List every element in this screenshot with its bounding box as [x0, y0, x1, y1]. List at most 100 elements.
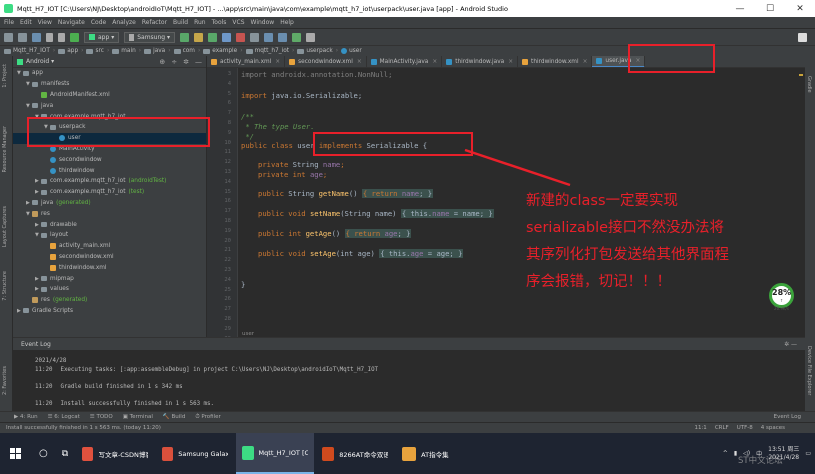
menu-tools[interactable]: Tools [212, 19, 227, 26]
taskbar-app[interactable]: 8266AT命令双语... [316, 433, 394, 474]
folded-body[interactable]: { return name; } [361, 189, 434, 198]
event-log-tool-tab[interactable]: Event Log [774, 414, 801, 420]
tree-item[interactable]: AndroidManifest.xml [13, 90, 206, 101]
profile-icon[interactable] [222, 32, 232, 42]
profiler-tool-tab[interactable]: ⏱ Profiler [195, 414, 220, 421]
make-project-icon[interactable] [70, 32, 79, 42]
attach-debugger-icon[interactable] [250, 32, 260, 42]
breadcrumb-item[interactable]: java [144, 48, 165, 54]
menu-vcs[interactable]: VCS [232, 19, 244, 26]
run-tool-tab[interactable]: ▶ 4: Run [14, 414, 38, 420]
logcat-tool-tab[interactable]: ☰ 6: Logcat [48, 414, 80, 420]
breadcrumb-item[interactable]: main [112, 48, 136, 54]
menu-run[interactable]: Run [194, 19, 206, 26]
tree-item[interactable]: thirdwindow [13, 165, 206, 176]
device-file-explorer-tool-tab[interactable]: Device File Explorer [806, 346, 812, 395]
resource-manager-tool-tab[interactable]: Resource Manager [2, 126, 8, 172]
terminal-tool-tab[interactable]: ▣ Terminal [123, 414, 153, 420]
favorites-tool-tab[interactable]: 2: Favorites [2, 366, 8, 395]
search-icon[interactable] [306, 32, 316, 42]
menu-file[interactable]: File [4, 19, 14, 26]
indent-setting[interactable]: 4 spaces [761, 425, 785, 431]
sync-icon[interactable] [32, 32, 41, 42]
tab-mainactivity-java[interactable]: MainActivity.java × [367, 56, 443, 67]
menu-edit[interactable]: Edit [20, 19, 32, 26]
menu-build[interactable]: Build [173, 19, 188, 26]
breadcrumb-item[interactable]: com [173, 48, 195, 54]
network-icon[interactable]: ▮ [734, 450, 737, 457]
menu-view[interactable]: View [38, 19, 52, 26]
menu-code[interactable]: Code [91, 19, 106, 26]
tree-item[interactable]: ▶ java (generated) [13, 198, 206, 209]
breadcrumb-item[interactable]: app [58, 48, 78, 54]
close-tab-icon[interactable]: × [508, 59, 513, 65]
layout-captures-tool-tab[interactable]: Layout Captures [2, 206, 8, 247]
folded-body[interactable]: { this.name = name; } [400, 209, 494, 218]
file-encoding[interactable]: UTF-8 [737, 425, 753, 431]
taskbar-app[interactable]: Mqtt_H7_IOT [C:\... [236, 433, 315, 474]
warning-marker[interactable] [799, 74, 803, 76]
back-icon[interactable] [46, 32, 53, 42]
tab-activity-main-xml[interactable]: activity_main.xml × [207, 56, 286, 67]
gear-icon[interactable]: ✲ [183, 58, 189, 66]
close-tab-icon[interactable]: × [357, 59, 362, 65]
start-button[interactable] [0, 433, 31, 474]
tree-item[interactable]: ▶ Gradle Scripts [13, 306, 206, 317]
menu-navigate[interactable]: Navigate [58, 19, 85, 26]
minimize-button[interactable]: — [725, 4, 755, 14]
project-tool-tab[interactable]: 1: Project [2, 64, 8, 88]
project-view-selector[interactable]: Android ▾ [26, 58, 54, 65]
menu-refactor[interactable]: Refactor [142, 19, 167, 26]
run-icon[interactable] [180, 32, 190, 42]
taskbar-app[interactable]: Samsung Galaxy ... [156, 433, 234, 474]
locate-icon[interactable]: ⊕ [159, 58, 165, 66]
close-button[interactable]: ✕ [785, 4, 815, 14]
tab-thirdwindow-xml[interactable]: thirdwindow.xml × [518, 56, 593, 67]
avd-manager-icon[interactable] [278, 32, 288, 42]
tree-item[interactable]: activity_main.xml [13, 241, 206, 252]
tree-item[interactable]: ▶ com.example.mqtt_h7_iot (test) [13, 187, 206, 198]
search-button[interactable]: ○ [33, 433, 54, 474]
device-combo[interactable]: Samsung ▾ [124, 31, 176, 43]
taskbar-app[interactable]: AT指令集 [396, 433, 474, 474]
menu-window[interactable]: Window [251, 19, 275, 26]
open-folder-icon[interactable] [4, 32, 13, 42]
tree-item[interactable]: secondwindow [13, 154, 206, 165]
menu-analyze[interactable]: Analyze [112, 19, 136, 26]
layout-icon[interactable] [798, 32, 807, 42]
forward-icon[interactable] [58, 32, 65, 42]
maximize-button[interactable]: ☐ [755, 4, 785, 14]
stop-icon[interactable] [236, 32, 246, 42]
breadcrumb-item[interactable]: user [341, 48, 362, 54]
editor-error-stripe[interactable] [797, 68, 805, 337]
build-tool-tab[interactable]: 🔨 Build [163, 414, 185, 420]
tree-item[interactable]: ▶ drawable [13, 219, 206, 230]
tray-up-icon[interactable]: ^ [723, 450, 728, 457]
status-message[interactable]: Install successfully finished in 1 s 563… [6, 425, 161, 431]
breadcrumb-item[interactable]: src [86, 48, 104, 54]
notification-icon[interactable]: ▭ [805, 450, 811, 457]
apply-changes-icon[interactable] [194, 32, 204, 42]
structure-tool-tab[interactable]: 7: Structure [2, 271, 8, 301]
todo-tool-tab[interactable]: ☰ TODO [90, 414, 113, 420]
caret-position[interactable]: 11:1 [694, 425, 706, 431]
tree-item[interactable]: ▶ mipmap [13, 273, 206, 284]
collapse-icon[interactable]: ÷ [171, 58, 177, 66]
tree-item[interactable]: ▼ manifests [13, 79, 206, 90]
close-tab-icon[interactable]: × [432, 59, 437, 65]
tree-item[interactable]: ▶ values [13, 284, 206, 295]
tree-item[interactable]: secondwindow.xml [13, 252, 206, 263]
tree-item[interactable]: ▶ com.example.mqtt_h7_iot (androidTest) [13, 176, 206, 187]
close-tab-icon[interactable]: × [583, 59, 588, 65]
menu-help[interactable]: Help [280, 19, 294, 26]
breadcrumb-item[interactable]: example [203, 48, 237, 54]
debug-icon[interactable] [208, 32, 218, 42]
hide-icon[interactable]: — [195, 58, 202, 66]
tab-secondwindow-xml[interactable]: secondwindow.xml × [285, 56, 367, 67]
tree-item[interactable]: thirdwindow.xml [13, 262, 206, 273]
tree-item[interactable]: ▼ app [13, 68, 206, 79]
breadcrumb-item[interactable]: Mqtt_H7_IOT [4, 48, 50, 54]
tree-item[interactable]: ▼ java [13, 100, 206, 111]
sdk-manager-icon[interactable] [292, 32, 302, 42]
gradle-tool-tab[interactable]: Gradle [806, 76, 812, 93]
